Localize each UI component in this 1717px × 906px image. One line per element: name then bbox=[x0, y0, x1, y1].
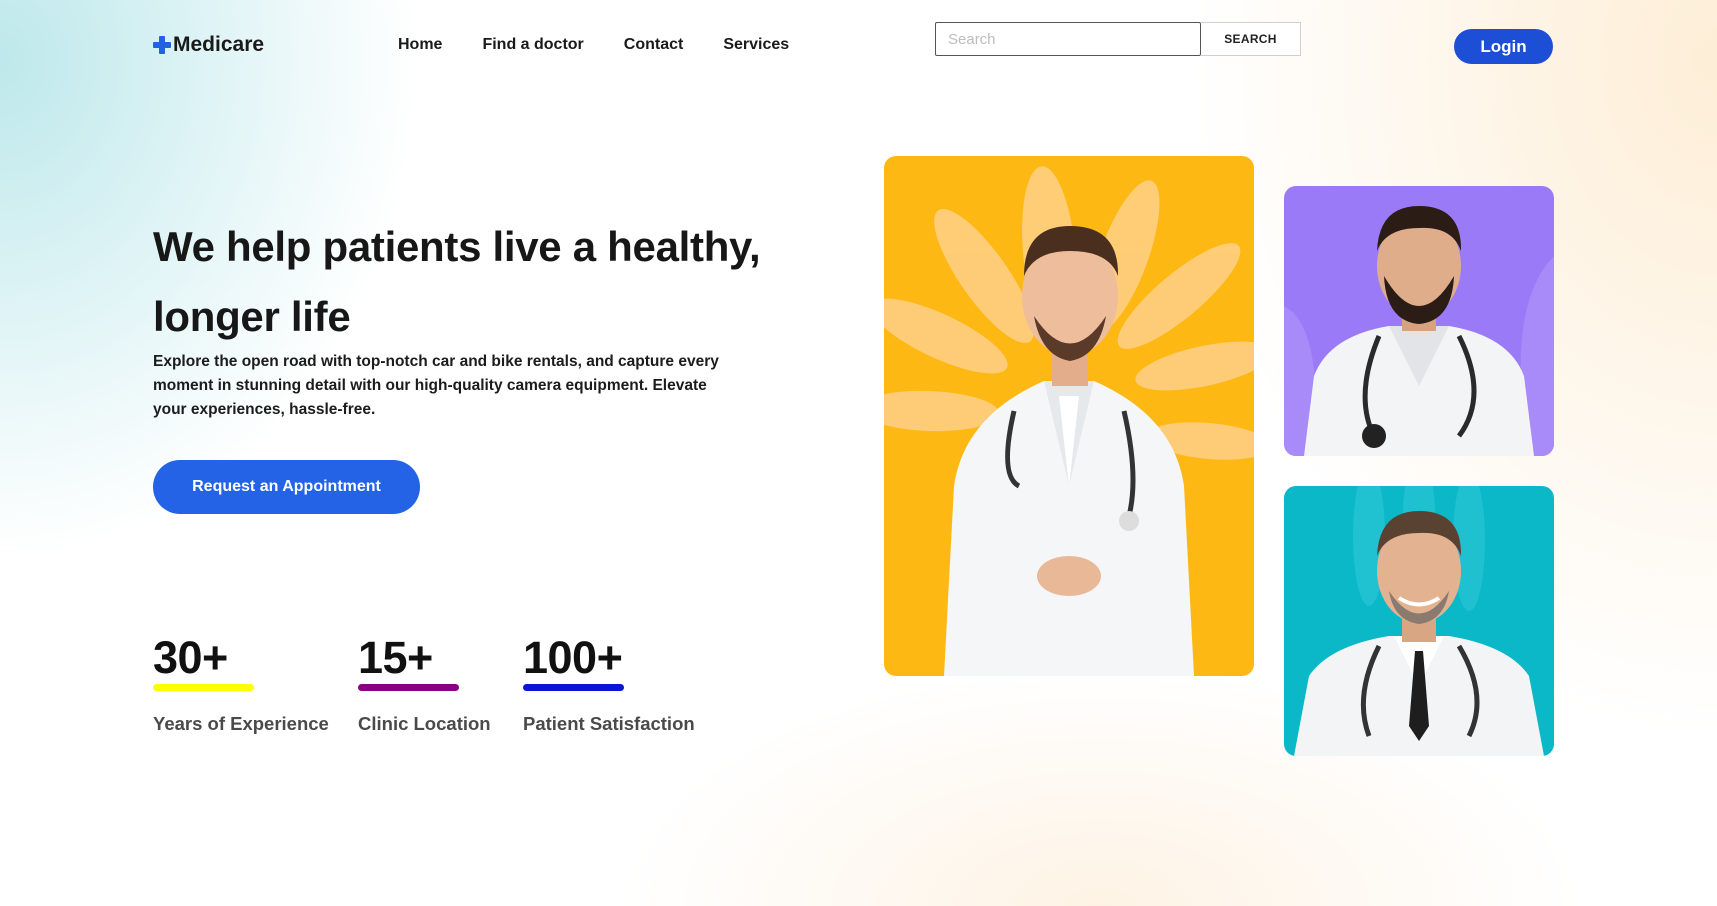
hero-description: Explore the open road with top-notch car… bbox=[153, 353, 719, 418]
search-bar: SEARCH bbox=[935, 22, 1301, 56]
nav-home[interactable]: Home bbox=[398, 36, 442, 54]
stat-experience: 30+ Years of Experience bbox=[153, 632, 329, 735]
stat-value: 15+ bbox=[358, 632, 433, 683]
doctor-photo-bottom bbox=[1284, 486, 1554, 756]
brand-logo[interactable]: Medicare bbox=[153, 33, 264, 57]
request-appointment-button[interactable]: Request an Appointment bbox=[153, 460, 420, 514]
doctor-illustration bbox=[1284, 186, 1554, 456]
stat-underline bbox=[153, 684, 254, 691]
stat-label: Clinic Location bbox=[358, 713, 491, 734]
hero-title: We help patients live a healthy, longer … bbox=[153, 223, 761, 340]
doctor-illustration bbox=[884, 156, 1254, 676]
login-button[interactable]: Login bbox=[1454, 29, 1553, 64]
main-nav: Home Find a doctor Contact Services bbox=[398, 36, 789, 54]
stat-satisfaction: 100+ Patient Satisfaction bbox=[523, 632, 695, 735]
nav-contact[interactable]: Contact bbox=[624, 36, 684, 54]
doctor-photo-top bbox=[1284, 186, 1554, 456]
doctor-photo-main bbox=[884, 156, 1254, 676]
doctor-illustration bbox=[1284, 486, 1554, 756]
nav-services[interactable]: Services bbox=[723, 36, 789, 54]
stat-value: 100+ bbox=[523, 632, 623, 683]
stat-label: Years of Experience bbox=[153, 713, 329, 734]
search-input[interactable] bbox=[935, 22, 1201, 56]
stat-underline bbox=[358, 684, 459, 691]
nav-find-a-doctor[interactable]: Find a doctor bbox=[482, 36, 583, 54]
plus-icon bbox=[153, 36, 171, 54]
stat-value: 30+ bbox=[153, 632, 228, 683]
stat-label: Patient Satisfaction bbox=[523, 713, 695, 734]
stat-underline bbox=[523, 684, 624, 691]
search-button[interactable]: SEARCH bbox=[1201, 22, 1301, 56]
brand-name: Medicare bbox=[173, 33, 265, 56]
stat-clinics: 15+ Clinic Location bbox=[358, 632, 491, 735]
